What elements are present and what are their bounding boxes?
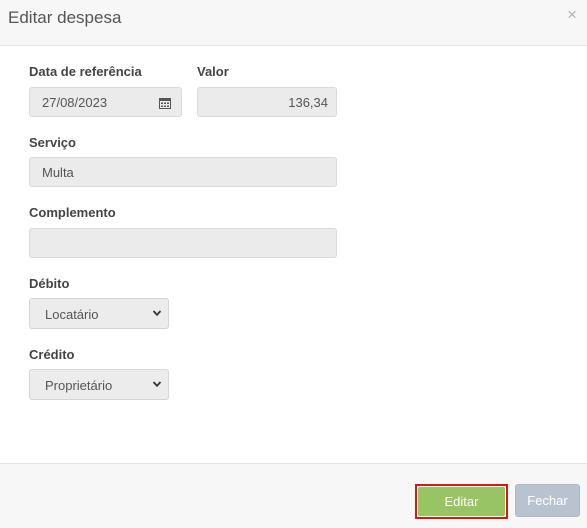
dialog-title: Editar despesa: [8, 8, 122, 27]
dialog-header: Editar despesa ×: [0, 0, 587, 46]
value-field[interactable]: 136,34: [197, 87, 337, 117]
service-value: Multa: [42, 165, 74, 180]
value-label: Valor: [197, 64, 229, 79]
chevron-down-icon: [152, 310, 162, 317]
service-label: Serviço: [29, 135, 76, 150]
complement-field[interactable]: [29, 228, 337, 258]
complement-label: Complemento: [29, 205, 116, 220]
date-value: 27/08/2023: [42, 95, 108, 110]
date-field[interactable]: 27/08/2023: [29, 87, 182, 117]
credit-label: Crédito: [29, 347, 75, 362]
edit-button[interactable]: Editar: [415, 484, 508, 519]
debit-label: Débito: [29, 276, 70, 291]
date-label: Data de referência: [29, 64, 142, 79]
service-field[interactable]: Multa: [29, 157, 337, 187]
calendar-icon[interactable]: [159, 97, 171, 109]
credit-select[interactable]: Proprietário: [29, 369, 169, 400]
debit-select[interactable]: Locatário: [29, 298, 169, 329]
close-icon[interactable]: ×: [567, 6, 577, 23]
edit-button-label: Editar: [418, 487, 505, 516]
debit-selected: Locatário: [45, 307, 99, 322]
credit-selected: Proprietário: [45, 378, 113, 393]
chevron-down-icon: [152, 381, 162, 388]
edit-expense-dialog: Editar despesa × Data de referência 27/0…: [0, 0, 587, 528]
value-amount: 136,34: [288, 95, 328, 110]
close-button[interactable]: Fechar: [515, 484, 580, 517]
